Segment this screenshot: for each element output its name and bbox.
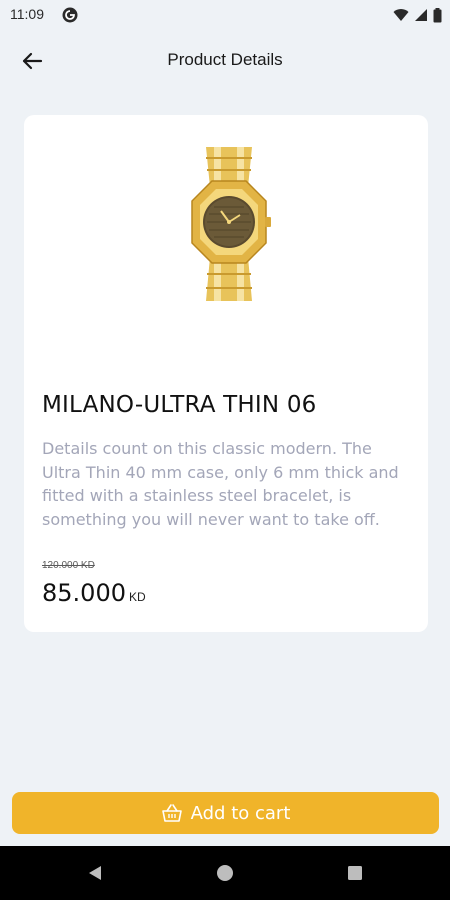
nav-back-button[interactable] [84,862,106,884]
signal-icon [415,9,427,21]
wifi-icon [393,9,409,21]
price-currency: KD [128,590,146,604]
nav-recents-button[interactable] [344,862,366,884]
home-circle-icon [217,865,233,881]
gold-watch-image [191,147,271,301]
nav-home-button[interactable] [214,862,236,884]
product-name: MILANO-ULTRA THIN 06 [42,392,317,418]
add-to-cart-label: Add to cart [190,802,291,824]
product-description: Details count on this classic modern. Th… [42,439,399,529]
recents-square-icon [348,866,362,880]
system-nav-bar [0,846,450,900]
price-row: 85.000 KD [42,579,146,607]
status-bar: 11:09 [0,0,450,30]
page-title: Product Details [167,50,283,69]
sale-price: 85.000 [42,579,126,607]
basket-icon [161,804,182,822]
status-icons [393,6,442,24]
g-badge-icon [62,7,78,23]
back-triangle-icon [89,866,101,880]
battery-icon [433,7,442,22]
app-bar: Product Details [0,36,450,86]
product-card: MILANO-ULTRA THIN 06 Details count on th… [24,115,428,632]
original-price: 120.000 KD [42,560,95,571]
add-to-cart-button[interactable]: Add to cart [12,792,439,834]
status-time: 11:09 [10,6,44,22]
